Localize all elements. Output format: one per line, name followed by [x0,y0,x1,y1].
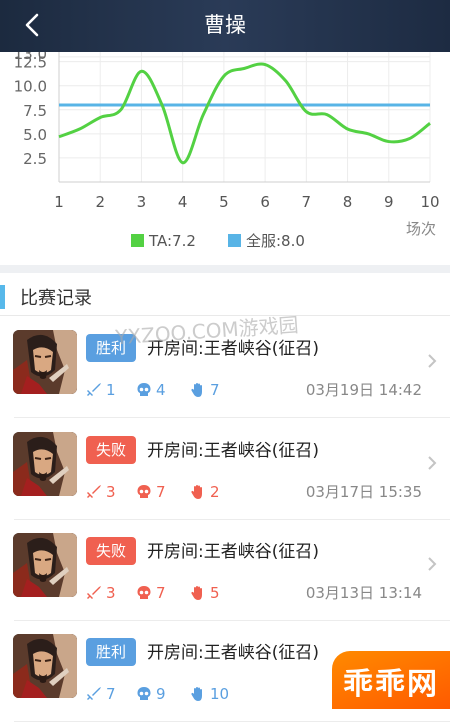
x-tick-label: 7 [302,193,312,211]
app-header: 曹操 [0,0,450,52]
y-tick-label: 10.0 [14,78,47,96]
kills-stat: 7 [86,684,116,704]
deaths-value: 7 [156,483,166,501]
y-tick-label: 13.0 [14,52,47,63]
y-tick-label: 7.5 [23,102,47,120]
match-time: 03月17日 15:35 [306,481,422,502]
x-tick-label: 9 [384,193,394,211]
hand-icon [190,686,206,702]
watermark-logo: 乖乖网 [332,651,450,709]
hero-avatar [13,330,77,394]
deaths-stat: 7 [136,482,166,502]
assists-stat: 10 [190,684,229,704]
x-tick-label: 3 [137,193,147,211]
legend-label-ta: TA:7.2 [149,232,196,250]
hero-avatar [13,432,77,496]
match-time: 03月19日 14:42 [306,379,422,400]
kills-value: 3 [106,584,116,602]
legend-item-server: 全服:8.0 [228,230,305,252]
assists-stat: 5 [190,583,220,603]
skull-icon [136,484,152,500]
room-name: 开房间:王者峡谷(征召) [147,436,319,461]
kills-value: 3 [106,483,116,501]
kills-stat: 3 [86,583,116,603]
assists-stat: 7 [190,380,220,400]
deaths-stat: 7 [136,583,166,603]
skull-icon [136,686,152,702]
section-title: 比赛记录 [20,284,92,310]
chevron-right-icon [426,352,438,370]
hero-avatar-image [13,634,77,698]
x-tick-label: 8 [343,193,353,211]
match-time: 03月13日 13:14 [306,582,422,603]
hero-avatar [13,533,77,597]
assists-value: 7 [210,381,220,399]
room-name: 开房间:王者峡谷(征召) [147,537,319,562]
legend-swatch-server [228,234,241,247]
kills-value: 1 [106,381,116,399]
series-line-ta [59,64,430,163]
x-tick-label: 6 [260,193,270,211]
chart-legend: TA:7.2 全服:8.0 [0,230,450,252]
x-tick-label: 4 [178,193,188,211]
watermark-logo-text: 乖乖网 [332,659,450,703]
section-divider [0,265,450,273]
assists-value: 5 [210,584,220,602]
hand-icon [190,484,206,500]
skull-icon [136,585,152,601]
assists-stat: 2 [190,482,220,502]
room-name: 开房间:王者峡谷(征召) [147,638,319,663]
deaths-stat: 9 [136,684,166,704]
legend-item-ta: TA:7.2 [131,230,196,252]
x-tick-label: 5 [219,193,229,211]
hero-avatar [13,634,77,698]
hero-avatar-image [13,533,77,597]
deaths-value: 7 [156,584,166,602]
result-badge: 胜利 [86,638,136,666]
assists-value: 10 [210,685,229,703]
deaths-value: 4 [156,381,166,399]
x-tick-label: 10 [420,193,439,211]
legend-label-server: 全服:8.0 [246,232,305,250]
result-badge: 失败 [86,436,136,464]
kills-value: 7 [106,685,116,703]
section-accent-bar [0,285,5,309]
deaths-stat: 4 [136,380,166,400]
x-tick-label: 2 [95,193,105,211]
x-tick-label: 1 [54,193,64,211]
section-header: 比赛记录 [0,276,450,316]
chevron-right-icon [426,454,438,472]
sword-icon [86,686,102,702]
skull-icon [136,382,152,398]
match-record-item[interactable]: 失败 开房间:王者峡谷(征召) 3 7 2 03月17日 15:35 [0,418,450,520]
assists-value: 2 [210,483,220,501]
hero-avatar-image [13,432,77,496]
kills-stat: 3 [86,482,116,502]
hand-icon [190,382,206,398]
sword-icon [86,382,102,398]
y-tick-label: 2.5 [23,150,47,168]
chevron-right-icon [426,555,438,573]
sword-icon [86,585,102,601]
hero-avatar-image [13,330,77,394]
y-tick-label: 5.0 [23,126,47,144]
sword-icon [86,484,102,500]
deaths-value: 9 [156,685,166,703]
kills-stat: 1 [86,380,116,400]
result-badge: 失败 [86,537,136,565]
match-record-item[interactable]: 失败 开房间:王者峡谷(征召) 3 7 5 03月13日 13:14 [0,519,450,621]
hand-icon [190,585,206,601]
legend-swatch-ta [131,234,144,247]
page-title: 曹操 [0,0,450,52]
